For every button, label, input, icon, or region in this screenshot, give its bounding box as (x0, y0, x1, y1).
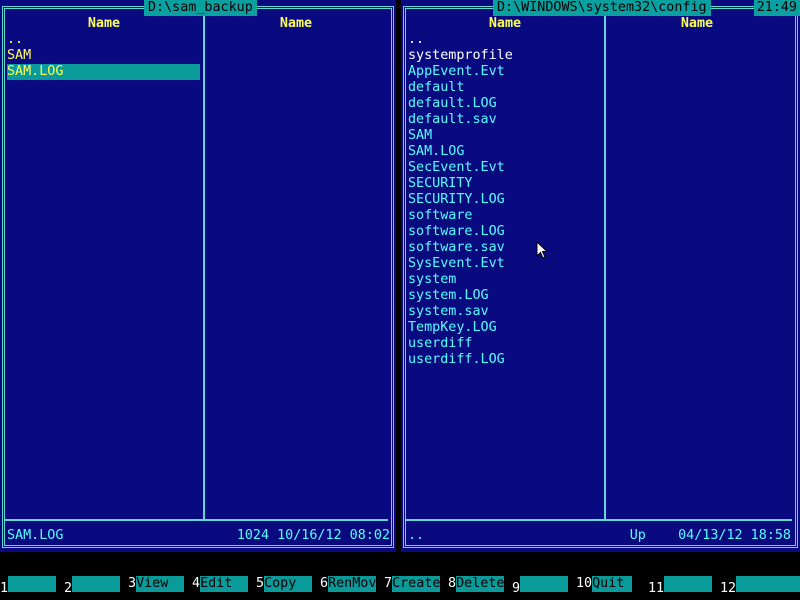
file-item[interactable]: SAM.LOG (408, 144, 601, 160)
left-panel-path: D:\sam_backup (144, 0, 257, 16)
fkey-number: 11 (648, 581, 665, 596)
file-item[interactable]: AppEvent.Evt (408, 64, 601, 80)
file-item[interactable]: software.LOG (408, 224, 601, 240)
fkey-label: Create (392, 576, 441, 592)
left-status-info: 1024 10/16/12 08:02 (236, 528, 390, 543)
f3-view-key[interactable]: 3View (128, 576, 185, 592)
file-item[interactable]: system.sav (408, 304, 601, 320)
fkey-number: 7 (384, 576, 393, 591)
file-item[interactable]: software (408, 208, 601, 224)
left-status-divider (5, 519, 388, 521)
fkey-number: 3 (128, 576, 137, 591)
file-item[interactable]: .. (7, 32, 200, 48)
file-item[interactable]: default.LOG (408, 96, 601, 112)
f12-key[interactable]: 12 (720, 576, 800, 596)
file-item[interactable]: TempKey.LOG (408, 320, 601, 336)
fkey-label (72, 576, 121, 592)
left-file-list: .. SAM SAM.LOG (7, 32, 200, 80)
fkey-label: Quit (592, 576, 633, 592)
right-panel[interactable]: D:\WINDOWS\system32\config Name Name .. … (401, 0, 800, 552)
fkey-number: 9 (512, 581, 521, 596)
file-item[interactable]: .. (408, 32, 601, 48)
f11-key[interactable]: 11 (648, 576, 713, 596)
f2-key[interactable]: 2 (64, 576, 121, 596)
f5-copy-key[interactable]: 5Copy (256, 576, 313, 592)
fkey-label: Copy (264, 576, 313, 592)
fkey-label: RenMov (328, 576, 377, 592)
f9-key[interactable]: 9 (512, 576, 569, 596)
fkey-label: Delete (456, 576, 505, 592)
file-item[interactable]: software.sav (408, 240, 601, 256)
function-key-bar: 1 2 3View 4Edit 5Copy 6RenMov 7Create 8D… (0, 576, 800, 596)
file-item[interactable]: SECURITY.LOG (408, 192, 601, 208)
file-item[interactable]: SECURITY (408, 176, 601, 192)
fkey-number: 6 (320, 576, 329, 591)
file-item[interactable]: system (408, 272, 601, 288)
fkey-number: 12 (720, 581, 737, 596)
file-item[interactable]: SecEvent.Evt (408, 160, 601, 176)
file-item[interactable]: userdiff (408, 336, 601, 352)
right-column-header-2[interactable]: Name (607, 16, 787, 32)
fkey-label (664, 576, 713, 592)
folder-item[interactable]: systemprofile (408, 48, 601, 64)
file-item[interactable]: SAM (7, 48, 200, 64)
left-column-header-1[interactable]: Name (6, 16, 202, 32)
f1-key[interactable]: 1 (0, 576, 57, 596)
file-item[interactable]: userdiff.LOG (408, 352, 601, 368)
fkey-number: 8 (448, 576, 457, 591)
fkey-number: 2 (64, 581, 73, 596)
right-panel-path: D:\WINDOWS\system32\config (493, 0, 711, 16)
mouse-pointer-icon (536, 241, 548, 259)
file-item[interactable]: SysEvent.Evt (408, 256, 601, 272)
right-column-divider (604, 9, 606, 519)
left-status-filename: SAM.LOG (7, 528, 64, 543)
fkey-label: View (136, 576, 185, 592)
file-item[interactable]: SAM (408, 128, 601, 144)
f4-edit-key[interactable]: 4Edit (192, 576, 249, 592)
file-item[interactable]: system.LOG (408, 288, 601, 304)
right-status-info: Up 04/13/12 18:58 (629, 528, 791, 543)
file-item-selected[interactable]: SAM.LOG (7, 64, 200, 80)
right-status-divider (406, 519, 792, 521)
left-panel[interactable]: D:\sam_backup Name Name .. SAM SAM.LOG S… (0, 0, 396, 552)
f6-renmov-key[interactable]: 6RenMov (320, 576, 376, 592)
f10-quit-key[interactable]: 10Quit (576, 576, 633, 592)
f7-create-key[interactable]: 7Create (384, 576, 440, 592)
f8-delete-key[interactable]: 8Delete (448, 576, 504, 592)
fkey-number: 4 (192, 576, 201, 591)
fkey-label: Edit (200, 576, 249, 592)
file-item[interactable]: default.sav (408, 112, 601, 128)
left-panel-frame (2, 6, 394, 548)
file-item[interactable]: default (408, 80, 601, 96)
left-column-divider (203, 9, 205, 519)
fkey-number: 1 (0, 581, 9, 596)
right-status-filename: .. (408, 528, 425, 543)
clock: 21:49 (753, 0, 800, 16)
fkey-label (520, 576, 569, 592)
right-column-header-1[interactable]: Name (407, 16, 603, 32)
fkey-label (8, 576, 57, 592)
right-file-list: .. systemprofile AppEvent.Evt default de… (408, 32, 601, 368)
fkey-label (736, 576, 800, 592)
left-column-header-2[interactable]: Name (206, 16, 386, 32)
fkey-number: 10 (576, 576, 593, 591)
fkey-number: 5 (256, 576, 265, 591)
